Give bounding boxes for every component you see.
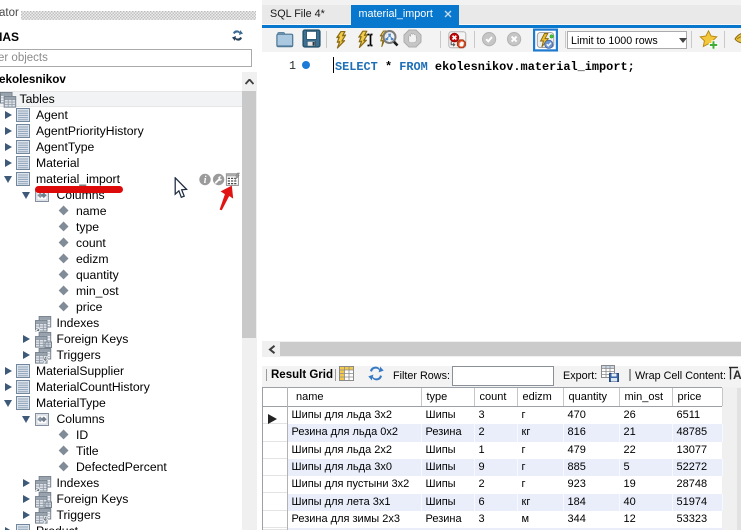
svg-text:i: i [204, 175, 207, 186]
svg-text:A: A [733, 368, 741, 381]
